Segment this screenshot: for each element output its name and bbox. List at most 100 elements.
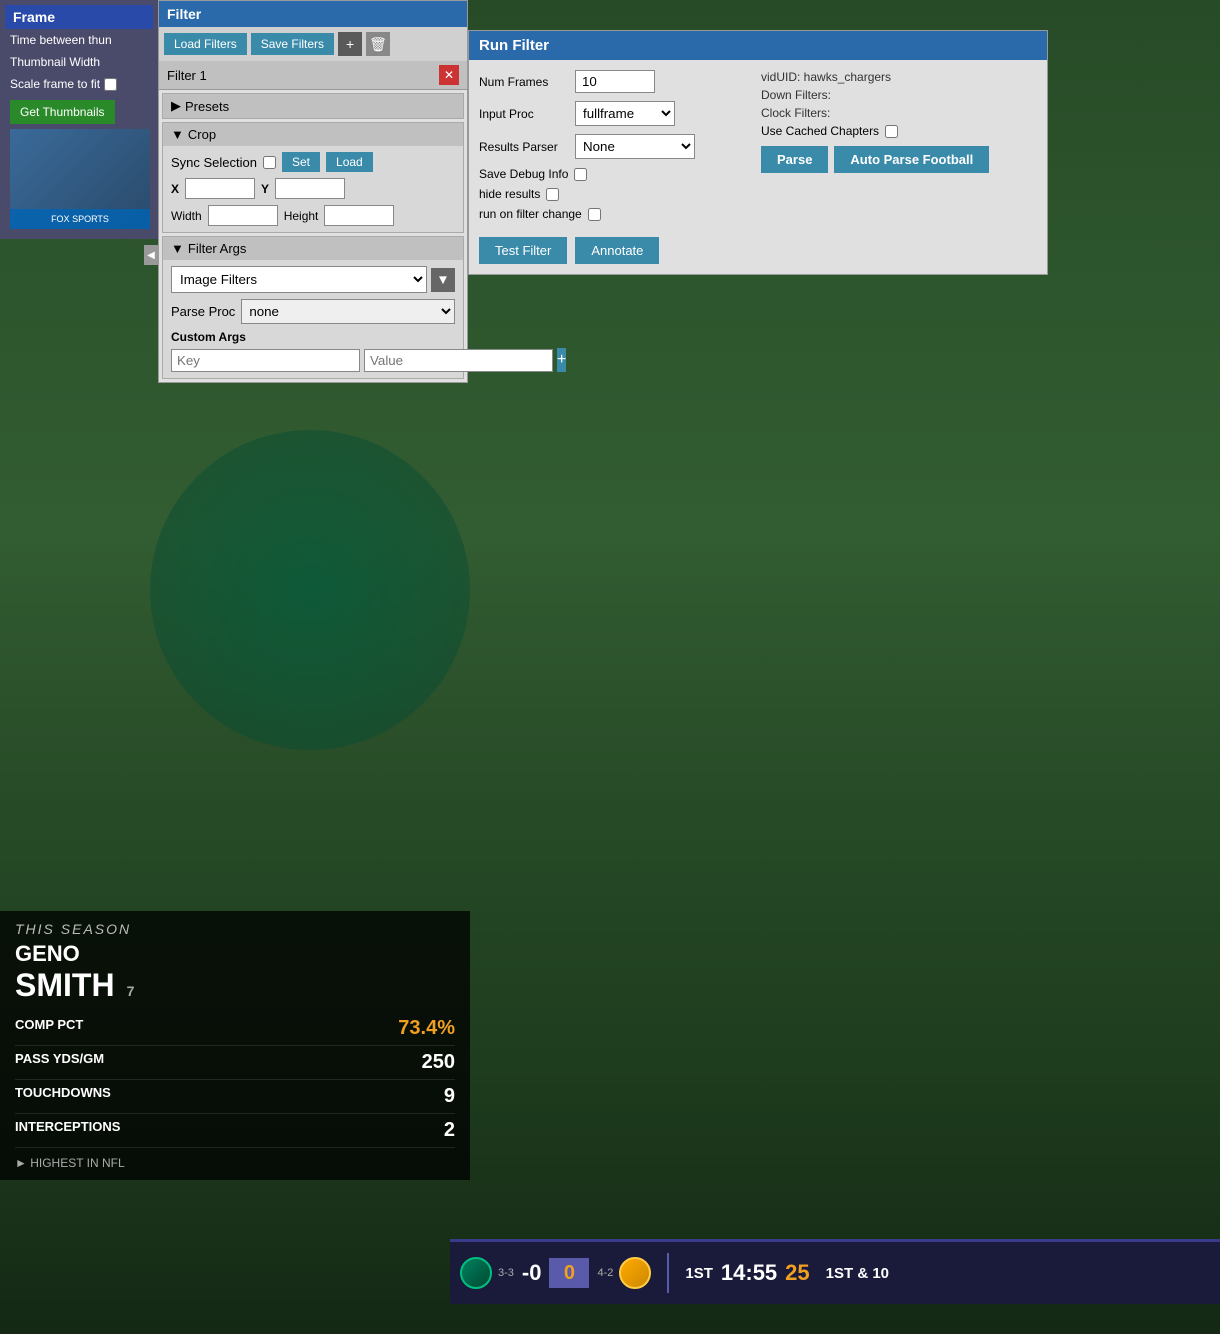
key-input[interactable]: [171, 349, 360, 372]
y-label: Y: [261, 182, 269, 196]
filter-panel-title: Filter: [159, 1, 467, 27]
image-filters-row: Image Filters ▼: [171, 266, 455, 293]
team2-record: 4-2: [597, 1267, 613, 1279]
parse-button[interactable]: Parse: [761, 146, 828, 173]
input-proc-label: Input Proc: [479, 107, 569, 121]
down-filters-text: Down Filters:: [761, 88, 1037, 102]
crop-content: Sync Selection Set Load X Y Width Height: [163, 146, 463, 232]
width-label: Width: [171, 209, 202, 223]
height-label: Height: [284, 209, 319, 223]
use-cached-chapters-row: Use Cached Chapters: [761, 124, 1037, 138]
save-debug-checkbox[interactable]: [574, 168, 587, 181]
input-proc-row: Input Proc fullframe crop scale: [479, 101, 755, 126]
delete-filter-button[interactable]: 🗑: [366, 32, 390, 56]
hide-results-row: hide results: [479, 187, 755, 201]
team1-record: 3-3: [498, 1267, 514, 1279]
sync-row: Sync Selection Set Load: [171, 152, 455, 172]
x-input[interactable]: [185, 178, 255, 199]
stat-row-0: COMP PCT 73.4%: [15, 1012, 455, 1046]
results-parser-select[interactable]: None Football Basketball: [575, 134, 695, 159]
image-filters-select[interactable]: Image Filters: [171, 266, 427, 293]
player-name: GENO SMITH 7: [15, 941, 455, 1004]
sync-label: Sync Selection: [171, 155, 257, 170]
presets-section: ▶ Presets: [162, 93, 464, 119]
game-time: 14:55: [721, 1260, 777, 1286]
team2-logo: [619, 1257, 651, 1289]
results-parser-label: Results Parser: [479, 140, 569, 154]
num-frames-row: Num Frames: [479, 70, 755, 93]
stat-row-2: TOUCHDOWNS 9: [15, 1080, 455, 1114]
run-on-filter-change-label: run on filter change: [479, 207, 582, 221]
add-filter-button[interactable]: +: [338, 32, 362, 56]
parse-proc-label: Parse Proc: [171, 304, 235, 319]
image-filters-dropdown[interactable]: ▼: [431, 268, 455, 292]
crop-load-button[interactable]: Load: [326, 152, 373, 172]
use-cached-chapters-checkbox[interactable]: [885, 125, 898, 138]
xy-row: X Y: [171, 178, 455, 199]
num-frames-input[interactable]: [575, 70, 655, 93]
team1-logo: [460, 1257, 492, 1289]
rf-button-row: Test Filter Annotate: [469, 237, 1047, 274]
scale-frame-item: Scale frame to fit: [5, 73, 153, 95]
scale-frame-checkbox[interactable]: [104, 78, 117, 91]
y-input[interactable]: [275, 178, 345, 199]
x-label: X: [171, 182, 179, 196]
team2-block: 4-2: [597, 1257, 651, 1289]
team1-block: 3-3: [460, 1257, 514, 1289]
run-on-filter-change-checkbox[interactable]: [588, 208, 601, 221]
value-input[interactable]: [364, 349, 553, 372]
kv-add-button[interactable]: +: [557, 348, 566, 372]
play-clock: 25: [785, 1260, 809, 1286]
get-thumbnails-button[interactable]: Get Thumbnails: [10, 100, 115, 124]
time-between-item: Time between thun: [5, 29, 153, 51]
hide-results-label: hide results: [479, 187, 540, 201]
sync-checkbox[interactable]: [263, 156, 276, 169]
save-debug-label: Save Debug Info: [479, 167, 568, 181]
filter-panel: Filter Load Filters Save Filters + 🗑 Fil…: [158, 0, 468, 383]
parse-proc-row: Parse Proc none football basketball: [171, 299, 455, 324]
thumbnail-width-item: Thumbnail Width: [5, 51, 153, 73]
presets-arrow: ▶: [171, 98, 181, 114]
load-filters-button[interactable]: Load Filters: [164, 33, 247, 55]
hide-results-checkbox[interactable]: [546, 188, 559, 201]
down-distance: 1ST & 10: [826, 1265, 889, 1282]
use-cached-chapters-label: Use Cached Chapters: [761, 124, 879, 138]
test-filter-button[interactable]: Test Filter: [479, 237, 567, 264]
player-overlay: THIS SEASON GENO SMITH 7 COMP PCT 73.4% …: [0, 380, 500, 1180]
scroll-indicator[interactable]: ◀: [144, 245, 158, 265]
stat-row-1: PASS YDS/GM 250: [15, 1046, 455, 1080]
stat-row-3: INTERCEPTIONS 2: [15, 1114, 455, 1148]
save-debug-row: Save Debug Info: [479, 167, 755, 181]
width-input[interactable]: [208, 205, 278, 226]
team1-score: -0: [522, 1260, 542, 1286]
left-panel: Frame Time between thun Thumbnail Width …: [0, 0, 158, 239]
rf-right: vidUID: hawks_chargers Down Filters: Clo…: [761, 70, 1037, 227]
filter-args-content: Image Filters ▼ Parse Proc none football…: [163, 260, 463, 378]
parse-proc-select[interactable]: none football basketball: [241, 299, 455, 324]
crop-header[interactable]: ▼ Crop: [163, 123, 463, 146]
filter-args-arrow: ▼: [171, 241, 184, 256]
custom-args-label: Custom Args: [171, 330, 455, 344]
filter-toolbar: Load Filters Save Filters + 🗑: [159, 27, 467, 61]
save-filters-button[interactable]: Save Filters: [251, 33, 334, 55]
run-filter-title: Run Filter: [469, 31, 1047, 60]
quarter-label: 1ST: [685, 1265, 713, 1282]
presets-header[interactable]: ▶ Presets: [163, 94, 463, 118]
wh-row: Width Height: [171, 205, 455, 226]
crop-set-button[interactable]: Set: [282, 152, 320, 172]
run-on-filter-change-row: run on filter change: [479, 207, 755, 221]
player-number: 7: [127, 983, 135, 999]
results-parser-row: Results Parser None Football Basketball: [479, 134, 755, 159]
filter1-close-button[interactable]: ✕: [439, 65, 459, 85]
crop-arrow: ▼: [171, 127, 184, 142]
presets-label: Presets: [185, 99, 229, 114]
annotate-button[interactable]: Annotate: [575, 237, 659, 264]
crop-label: Crop: [188, 127, 216, 142]
filter-args-header[interactable]: ▼ Filter Args: [163, 237, 463, 260]
input-proc-select[interactable]: fullframe crop scale: [575, 101, 675, 126]
score-separator: 0: [549, 1258, 589, 1288]
filter1-header: Filter 1 ✕: [159, 61, 467, 90]
parse-buttons: Parse Auto Parse Football: [761, 146, 1037, 173]
height-input[interactable]: [324, 205, 394, 226]
auto-parse-football-button[interactable]: Auto Parse Football: [834, 146, 989, 173]
